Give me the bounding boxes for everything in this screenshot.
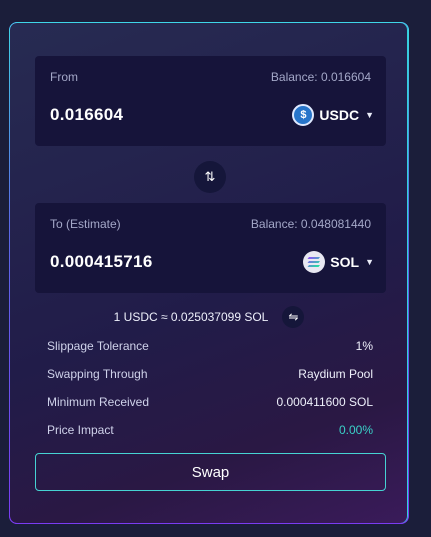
detail-label: Price Impact [47,423,114,437]
detail-value: 0.00% [338,423,373,437]
from-token-select[interactable]: $ USDC ▼ [292,103,374,127]
usdc-coin-icon: $ [292,104,315,126]
from-token-symbol: USDC [319,107,360,123]
detail-route: Swapping Through Raydium Pool [47,367,373,381]
detail-value: 1% [355,339,373,353]
swap-horizontal-icon: ⇋ [288,310,299,324]
detail-value: Raydium Pool [298,367,373,381]
to-amount-input[interactable]: 0.000415716 [50,252,153,272]
swap-vertical-icon: ⇅ [204,169,216,184]
from-amount-input[interactable]: 0.016604 [50,105,123,125]
detail-label: Minimum Received [47,395,150,409]
from-panel: From Balance: 0.016604 0.016604 $ USDC ▼ [35,56,386,146]
exchange-rate-text: 1 USDC ≈ 0.025037099 SOL [113,310,269,324]
detail-price-impact: Price Impact 0.00% [47,423,373,437]
exchange-rate: 1 USDC ≈ 0.025037099 SOL ⇋ [10,306,408,328]
from-label: From [50,70,78,84]
to-balance: Balance: 0.048081440 [250,217,371,231]
detail-label: Slippage Tolerance [47,339,149,353]
detail-value: 0.000411600 SOL [276,395,373,409]
to-panel: To (Estimate) Balance: 0.048081440 0.000… [35,203,386,293]
rate-toggle-button[interactable]: ⇋ [282,306,305,328]
sol-coin-icon [303,251,326,273]
swap-direction-button[interactable]: ⇅ [194,161,226,193]
swap-button[interactable]: Swap [35,453,386,491]
detail-slippage: Slippage Tolerance 1% [47,339,373,353]
caret-down-icon: ▼ [365,257,374,267]
from-balance: Balance: 0.016604 [270,70,371,84]
to-token-select[interactable]: SOL ▼ [303,250,374,274]
to-label: To (Estimate) [50,217,121,231]
to-token-symbol: SOL [330,254,360,270]
detail-minimum-received: Minimum Received 0.000411600 SOL [47,395,373,409]
swap-card: From Balance: 0.016604 0.016604 $ USDC ▼… [9,22,409,524]
caret-down-icon: ▼ [365,110,374,120]
detail-label: Swapping Through [47,367,148,381]
